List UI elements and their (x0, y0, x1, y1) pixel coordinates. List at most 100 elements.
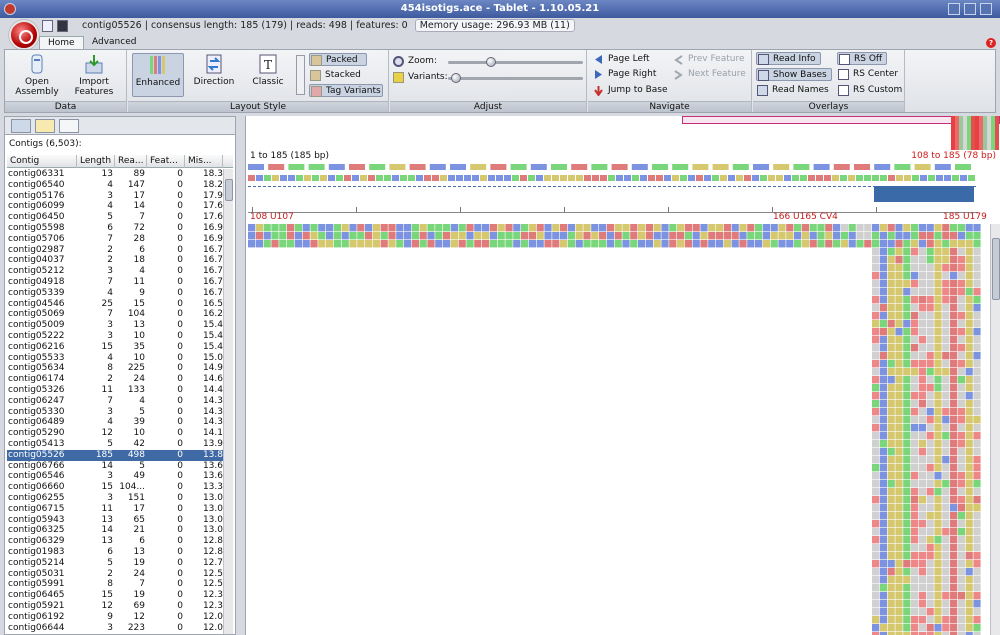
maximize-icon[interactable] (964, 3, 976, 15)
contig-row[interactable]: contig01983 6 13 0 12.8 (7, 547, 225, 558)
cell-features: 0 (177, 363, 183, 374)
zoom-slider-knob[interactable] (485, 57, 496, 67)
reads-scroll-thumb[interactable] (992, 238, 1000, 300)
contig-row[interactable]: contig04918 7 11 0 16.7 (7, 277, 225, 288)
contig-row[interactable]: contig06489 4 39 0 14.3 (7, 417, 225, 428)
rs-custom-button[interactable]: RS Custom (837, 84, 902, 97)
base-cell (973, 232, 981, 240)
contig-row[interactable]: contig05943 13 65 0 13.0 (7, 515, 225, 526)
contig-row[interactable]: contig05706 7 28 0 16.9 (7, 234, 225, 245)
base-cell (965, 480, 973, 488)
col-length[interactable]: Length (77, 155, 115, 168)
contig-row[interactable]: contig02987 2 6 0 16.7 (7, 245, 225, 256)
pane-splitter[interactable] (237, 116, 245, 635)
col-features[interactable]: Feat... (147, 155, 185, 168)
contig-row[interactable]: contig06450 5 7 0 17.6 (7, 212, 225, 223)
base-cell (450, 240, 458, 248)
page-left-button[interactable]: Page Left (592, 53, 650, 66)
save-icon[interactable] (57, 20, 68, 32)
tab-features[interactable] (35, 119, 55, 133)
contig-row[interactable]: contig05921 12 69 0 12.3 (7, 601, 225, 612)
contig-row[interactable]: contig06546 3 49 0 13.6 (7, 471, 225, 482)
cell-mismatch: 14.3 (202, 406, 223, 417)
contig-row[interactable]: contig04546 25 15 0 16.5 (7, 299, 225, 310)
col-contig[interactable]: Contig (7, 155, 77, 168)
contig-row[interactable]: contig06192 9 12 0 12.0 (7, 612, 225, 623)
contig-row[interactable]: contig05214 5 19 0 12.7 (7, 558, 225, 569)
contig-row[interactable]: contig06255 3 151 0 13.0 (7, 493, 225, 504)
contig-row[interactable]: contig05533 4 10 0 15.0 (7, 353, 225, 364)
contig-row[interactable]: contig06715 11 17 0 13.0 (7, 504, 225, 515)
direction-button[interactable]: Direction (188, 53, 240, 87)
tab-search[interactable] (59, 119, 79, 133)
contig-row[interactable]: contig05222 3 10 0 15.4 (7, 331, 225, 342)
contig-row[interactable]: contig05212 3 4 0 16.7 (7, 266, 225, 277)
base-cell (911, 336, 919, 344)
rs-off-button[interactable]: RS Off (837, 52, 888, 65)
show-bases-button[interactable]: Show Bases (756, 68, 832, 81)
reads-canvas[interactable] (248, 224, 988, 635)
tag-variants-button[interactable]: Tag Variants (309, 84, 383, 97)
page-right-button[interactable]: Page Right (592, 68, 656, 81)
minimize-icon[interactable] (948, 3, 960, 15)
open-assembly-button[interactable]: Open Assembly (11, 53, 63, 97)
rs-center-button[interactable]: RS Center (837, 68, 898, 81)
contig-row[interactable]: contig06216 15 35 0 15.4 (7, 342, 225, 353)
contig-row[interactable]: contig05526 185 498 0 13.8 (7, 449, 225, 461)
contig-row[interactable]: contig05009 3 13 0 15.4 (7, 320, 225, 331)
reads-scrollbar[interactable] (990, 224, 1000, 635)
contig-row[interactable]: contig05069 7 104 0 16.2 (7, 309, 225, 320)
tab-home[interactable]: Home (39, 36, 84, 50)
enhanced-button[interactable]: Enhanced (132, 53, 184, 97)
base-cell (396, 224, 404, 232)
base-cell (443, 232, 451, 240)
tab-contigs[interactable] (11, 119, 31, 133)
contig-row[interactable]: contig06540 4 147 0 18.2 (7, 180, 225, 191)
variants-slider[interactable] (448, 73, 583, 83)
contig-row[interactable]: contig05991 8 7 0 12.5 (7, 579, 225, 590)
contigs-scroll-thumb[interactable] (225, 179, 233, 201)
open-file-icon[interactable] (42, 20, 53, 32)
read-info-button[interactable]: Read Info (756, 52, 821, 65)
close-icon[interactable] (980, 3, 992, 15)
contig-row[interactable]: contig05031 2 24 0 12.5 (7, 569, 225, 580)
stacked-button[interactable]: Stacked (309, 69, 361, 82)
contig-row[interactable]: contig05339 4 9 0 16.7 (7, 288, 225, 299)
jump-to-base-button[interactable]: Jump to Base (592, 84, 668, 97)
app-orb-button[interactable] (9, 20, 39, 50)
packed-button[interactable]: Packed (309, 53, 367, 66)
variants-slider-knob[interactable] (450, 73, 461, 83)
contig-row[interactable]: contig05176 3 17 0 17.9 (7, 191, 225, 202)
contig-row[interactable]: contig06247 7 4 0 14.3 (7, 396, 225, 407)
contig-row[interactable]: contig05634 8 225 0 14.9 (7, 363, 225, 374)
contig-row[interactable]: contig06331 13 89 0 18.3 (7, 169, 225, 180)
contig-row[interactable]: contig05326 11 133 0 14.4 (7, 385, 225, 396)
consensus-cell (576, 175, 583, 181)
next-feature-button[interactable]: Next Feature (672, 68, 746, 81)
contig-row[interactable]: contig06660 15 104... 0 13.3 (7, 482, 225, 493)
import-features-button[interactable]: Import Features (67, 53, 121, 97)
contig-row[interactable]: contig06325 14 21 0 13.0 (7, 525, 225, 536)
classic-button[interactable]: T Classic (242, 53, 294, 87)
contig-row[interactable]: contig05598 6 72 0 16.9 (7, 223, 225, 234)
prev-feature-button[interactable]: Prev Feature (672, 53, 745, 66)
contig-row[interactable]: contig04037 2 18 0 16.7 (7, 255, 225, 266)
zoom-slider[interactable] (448, 57, 583, 67)
contig-row[interactable]: contig05290 12 10 0 14.1 (7, 428, 225, 439)
contig-row[interactable]: contig06174 2 24 0 14.6 (7, 374, 225, 385)
cell-length: 5 (107, 212, 113, 223)
read-names-button[interactable]: Read Names (756, 84, 829, 97)
contigs-scrollbar[interactable] (223, 169, 233, 634)
col-mismatch[interactable]: Mis... (185, 155, 223, 168)
contig-row[interactable]: contig06329 13 6 0 12.8 (7, 536, 225, 547)
col-reads[interactable]: Rea... (115, 155, 147, 168)
contig-row[interactable]: contig06766 14 5 0 13.6 (7, 461, 225, 472)
contig-row[interactable]: contig05413 5 42 0 13.9 (7, 439, 225, 450)
contig-row[interactable]: contig05330 3 5 0 14.3 (7, 407, 225, 418)
layout-scroll-arrows[interactable] (296, 55, 305, 95)
help-icon[interactable]: ? (986, 38, 996, 48)
contig-row[interactable]: contig06099 4 14 0 17.6 (7, 201, 225, 212)
contig-row[interactable]: contig06465 15 19 0 12.3 (7, 590, 225, 601)
contig-row[interactable]: contig06644 3 223 0 12.0 (7, 623, 225, 634)
tab-advanced[interactable]: Advanced (84, 36, 144, 50)
